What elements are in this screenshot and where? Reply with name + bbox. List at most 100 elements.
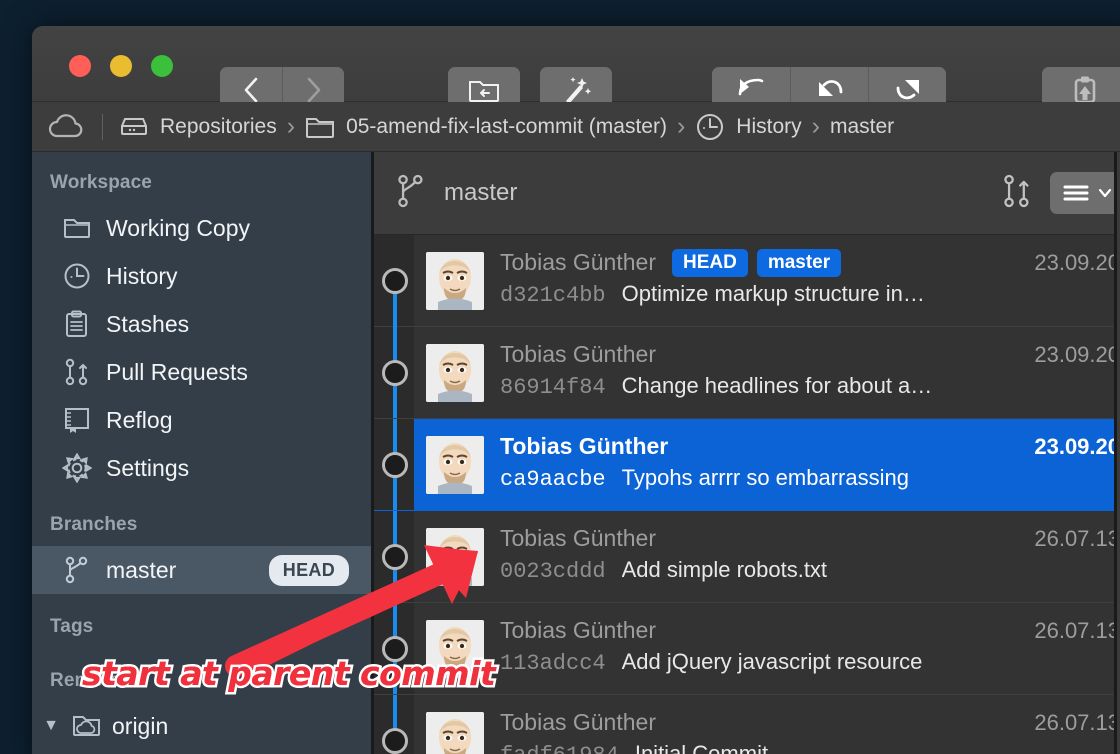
cloud-icon [48, 113, 83, 137]
commit-hash: fadf61984 [500, 743, 619, 754]
breadcrumb-item-repo[interactable]: 05-amend-fix-last-commit (master) [305, 115, 667, 139]
commit-ref-tags: HEAD master [671, 248, 842, 277]
commit-subject: Optimize markup structure in… [621, 280, 925, 306]
sidebar-item-label: origin [112, 712, 169, 739]
history-header-actions [1002, 172, 1120, 214]
commit-subject: Change headlines for about a… [621, 372, 933, 398]
magic-wand-icon [566, 77, 592, 104]
branch-icon [62, 556, 92, 584]
window-toolbar [32, 26, 1120, 113]
commit-date: 23.09.20 [1034, 433, 1120, 459]
annotation-callout: start at parent commit [82, 654, 496, 693]
commit-subject: Add simple robots.txt [621, 556, 828, 582]
commit-graph-cell [374, 327, 414, 418]
avatar [426, 435, 484, 494]
commit-author: Tobias Günther [500, 525, 656, 551]
avatar [426, 343, 484, 402]
sidebar-item-remote-origin[interactable]: ▼ origin [32, 702, 371, 750]
folder-icon [306, 117, 335, 138]
avatar [426, 527, 484, 586]
table-row[interactable]: Tobias Günther 26.07.13 0023cddd Add sim… [374, 511, 1120, 603]
chevron-right-icon [307, 77, 320, 103]
view-options-button[interactable] [1050, 172, 1120, 214]
commit-author: Tobias Günther [500, 341, 656, 367]
breadcrumb-item-branch[interactable]: master [830, 115, 894, 139]
clipboard-icon [62, 310, 92, 338]
breadcrumb-separator-3: › [811, 112, 820, 140]
table-row[interactable]: Tobias Günther 23.09.20 ca9aacbe Typohs … [374, 419, 1120, 511]
history-branch-title: master [444, 179, 518, 206]
breadcrumb-separator: › [286, 112, 296, 140]
sidebar-item-label: Pull Requests [106, 358, 248, 385]
traffic-lights [69, 55, 173, 77]
avatar [426, 251, 484, 310]
commit-graph-cell [374, 695, 414, 754]
sidebar-item-label: History [106, 262, 178, 289]
branch-icon [396, 174, 426, 213]
table-row[interactable]: Tobias Günther 26.07.13 fadf61984 Initia… [374, 695, 1120, 754]
detail-pane [1114, 152, 1120, 754]
sidebar-section-workspace-title: Workspace [50, 172, 152, 193]
table-row[interactable]: Tobias Günther HEAD master 23.09.20 d321… [374, 235, 1120, 327]
graph-node [382, 544, 408, 570]
commit-author: Tobias Günther [500, 433, 669, 459]
commit-graph-cell [374, 235, 414, 327]
sidebar-item-history[interactable]: History [32, 252, 371, 300]
sidebar-item-label: Settings [106, 454, 190, 481]
breadcrumb-cloud[interactable] [48, 113, 86, 140]
breadcrumb-label-repositories: Repositories [160, 114, 277, 138]
minimize-button[interactable] [110, 55, 132, 77]
remote-folder-icon [72, 713, 102, 739]
sidebar-item-label: master [106, 556, 177, 583]
commit-subject: Add jQuery javascript resource [621, 648, 923, 674]
commit-subject: Initial Commit [634, 740, 769, 754]
commit-hash: 0023cddd [500, 558, 606, 584]
commit-date: 26.07.13 [1034, 709, 1120, 735]
breadcrumb-item-repositories[interactable]: Repositories [119, 115, 277, 139]
close-button[interactable] [69, 55, 91, 77]
graph-node [382, 452, 408, 478]
sidebar-item-stashes[interactable]: Stashes [32, 300, 371, 348]
sidebar-item-branch-master[interactable]: master HEAD [32, 546, 371, 594]
sidebar-item-pull-requests[interactable]: Pull Requests [32, 348, 371, 396]
commit-subject: Typohs arrrr so embarrassing [621, 464, 909, 490]
commit-date: 26.07.13 [1034, 617, 1120, 643]
avatar [426, 711, 484, 754]
pull-arrow-icon [818, 80, 842, 96]
sidebar-item-settings[interactable]: Settings [32, 444, 371, 492]
list-view-icon [1063, 185, 1089, 201]
disclosure-triangle-icon[interactable]: ▼ [40, 717, 62, 735]
clock-icon [697, 113, 724, 140]
commit-hash: 86914f84 [500, 374, 606, 400]
breadcrumb-label-history: History [736, 114, 802, 138]
chevron-down-icon [1098, 188, 1112, 198]
commit-date: 23.09.20 [1034, 341, 1120, 367]
ref-tag-head[interactable]: HEAD [671, 248, 748, 277]
sidebar-section-tags-title: Tags [50, 616, 94, 637]
zoom-button[interactable] [151, 55, 173, 77]
breadcrumb-label-branch: master [829, 114, 895, 138]
graph-node [382, 360, 408, 386]
breadcrumb-separator-2: › [676, 112, 686, 140]
sidebar-item-label: Stashes [106, 310, 190, 337]
reflog-icon [62, 406, 92, 434]
graph-node [382, 268, 408, 294]
sidebar-item-reflog[interactable]: Reflog [32, 396, 371, 444]
ref-tag-branch[interactable]: master [756, 248, 842, 277]
breadcrumb-label-repo: 05-amend-fix-last-commit (master) [346, 114, 667, 138]
chevron-left-icon [244, 77, 258, 103]
stash-clipboard-icon [1074, 76, 1096, 104]
sidebar-item-working-copy[interactable]: Working Copy [32, 204, 371, 252]
push-arrow-icon [896, 80, 919, 100]
app-window: Repositories › 05-amend-fix-last-commit … [32, 26, 1120, 754]
graph-node [382, 728, 408, 754]
commit-graph-cell [374, 419, 414, 510]
clock-icon [62, 262, 92, 290]
breadcrumb-item-history[interactable]: History [695, 112, 802, 142]
table-row[interactable]: Tobias Günther 23.09.20 86914f84 Change … [374, 327, 1120, 419]
pull-request-icon [62, 358, 92, 386]
sidebar-section-branches-title: Branches [50, 514, 138, 535]
gear-icon [62, 453, 92, 483]
sidebar-item-label: Working Copy [106, 214, 251, 241]
compare-branches-button[interactable] [1002, 174, 1032, 213]
